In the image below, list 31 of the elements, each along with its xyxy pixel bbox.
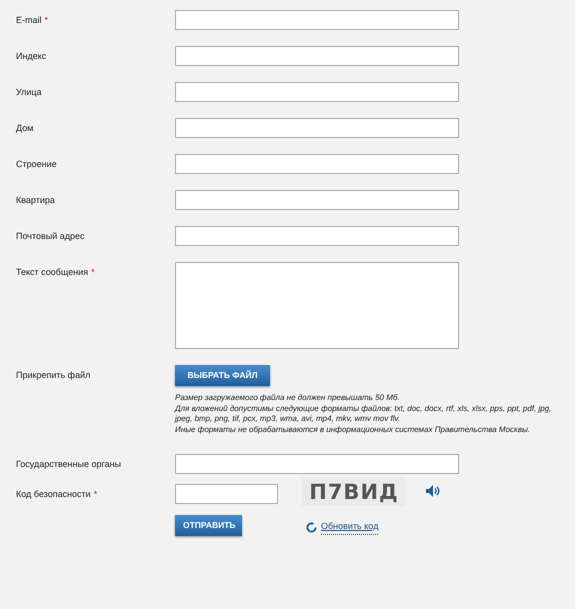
required-mark: * <box>94 489 98 499</box>
required-mark: * <box>91 267 95 277</box>
file-requirements-text: Размер загружаемого файла не должен превышать 50 Мб. Для вложений допустимы следующие форматы файлов: txt, doc, docx, rtf, xls, xlsx, pps, ppt, pdf, jpg, jpeg, bmp, png, tif, pcx, mp3, wma, avi, mp4, mkv, wmv mov flv. Иные форматы не обрабатываются в информационных системах Правительства Москвы. <box>175 393 552 435</box>
required-mark: * <box>44 15 48 25</box>
submit-button[interactable]: ОТПРАВИТЬ <box>175 514 242 536</box>
speaker-icon[interactable] <box>426 484 440 497</box>
text-field[interactable] <box>175 46 459 66</box>
field-label: Код безопасности <box>16 489 91 499</box>
refresh-code-link[interactable]: Обновить код <box>321 520 378 534</box>
captcha-image: П7ВИД <box>302 478 406 506</box>
text-field[interactable] <box>175 82 459 102</box>
field-label: Индекс <box>16 51 46 61</box>
message-field[interactable] <box>175 262 459 349</box>
field-label: Улица <box>16 87 42 97</box>
field-label: Квартира <box>16 195 55 205</box>
field-label: Почтовый адрес <box>16 231 85 241</box>
text-field[interactable] <box>175 226 459 246</box>
field-label: Прикрепить файл <box>16 370 90 380</box>
text-field[interactable] <box>175 10 459 30</box>
refresh-icon[interactable] <box>306 522 317 533</box>
text-field[interactable] <box>175 454 459 474</box>
field-label: Текст сообщения <box>16 267 88 277</box>
choose-file-button[interactable]: ВЫБРАТЬ ФАЙЛ <box>175 365 270 386</box>
text-field[interactable] <box>175 118 459 138</box>
text-field[interactable] <box>175 190 459 210</box>
field-label: Строение <box>16 159 57 169</box>
field-label: E-mail <box>16 15 42 25</box>
field-label: Государственные органы <box>16 459 122 469</box>
text-field[interactable] <box>175 154 459 174</box>
field-label: Дом <box>16 123 34 133</box>
security-code-field[interactable] <box>175 484 278 504</box>
